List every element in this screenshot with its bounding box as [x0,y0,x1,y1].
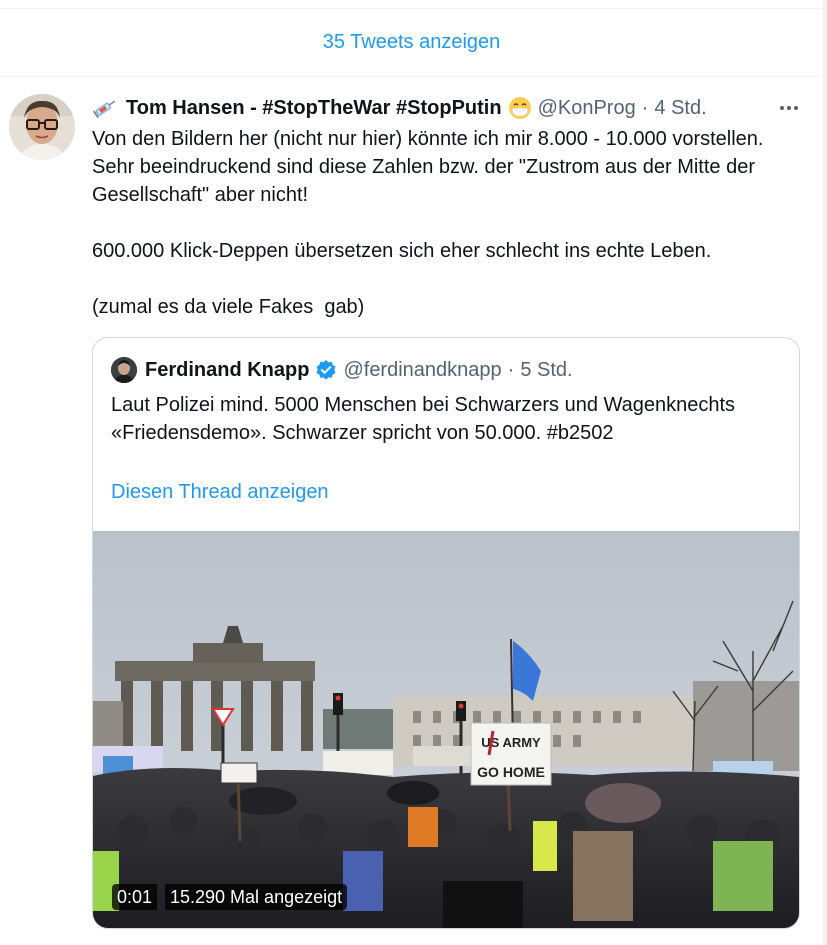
video-player[interactable]: US ARMY GO HOME [93,531,799,928]
quoted-author-name: Ferdinand Knapp [145,358,310,381]
tweet-text: Von den Bildern her (nicht nur hier) kön… [92,125,807,321]
timeline-border [823,0,827,945]
tweet-paragraph: Von den Bildern her (nicht nur hier) kön… [92,128,770,206]
verified-badge-icon [315,359,337,381]
quoted-author-handle: @ferdinandknapp [343,358,502,381]
separator-dot: · [507,358,515,381]
video-view-count: 15.290 Mal angezeigt [165,884,348,910]
more-options-icon[interactable] [777,98,801,118]
separator-dot: · [641,96,649,119]
face-with-medical-mask-icon [508,96,532,120]
show-more-tweets-button[interactable]: 35 Tweets anzeigen [0,8,823,77]
tweet-paragraph: (zumal es da viele Fakes gab) [92,296,365,318]
author-name[interactable]: Tom Hansen - #StopTheWar #StopPutin [126,97,502,120]
video-sign-text-line2: GO HOME [477,764,545,780]
quoted-tweet-text: Laut Polizei mind. 5000 Menschen bei Sch… [111,394,736,444]
tweet-timestamp[interactable]: 4 Std. [654,97,706,120]
quoted-tweet-timestamp: 5 Std. [520,358,573,381]
show-thread-link[interactable]: Diesen Thread anzeigen [111,481,329,504]
quoted-author-avatar [111,357,137,383]
author-handle[interactable]: @KonProg [538,97,636,120]
tweet-header: Tom Hansen - #StopTheWar #StopPutin @Kon… [92,92,795,124]
video-duration: 0:01 [112,884,158,910]
author-avatar[interactable] [9,94,75,160]
quoted-tweet-header: Ferdinand Knapp @ferdinandknapp · 5 Std. [111,356,573,384]
quoted-tweet-card[interactable]: Ferdinand Knapp @ferdinandknapp · 5 Std.… [92,337,800,929]
tweet-paragraph: 600.000 Klick-Deppen übersetzen sich ehe… [92,240,712,262]
syringe-icon [92,97,118,119]
